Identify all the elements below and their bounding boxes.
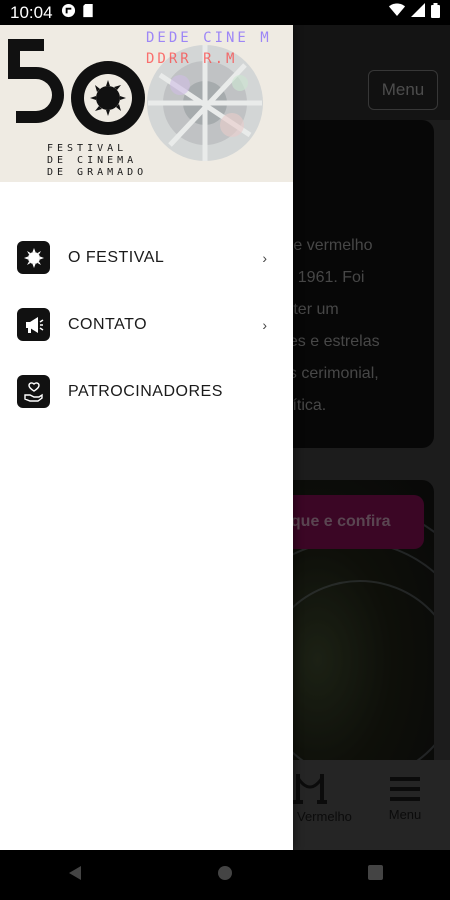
festival-name-line: FESTIVAL <box>47 143 128 154</box>
cell-signal-icon <box>411 3 425 22</box>
sd-card-icon <box>82 3 94 23</box>
logo-glitch-text-1: DEDE CINE M <box>146 30 272 46</box>
system-nav-bar <box>0 850 450 900</box>
kikito-sun-icon <box>17 241 50 274</box>
wifi-icon <box>389 3 405 22</box>
menu-item-contato[interactable]: CONTATO › <box>0 291 293 358</box>
menu-item-label: CONTATO <box>68 315 148 333</box>
home-button[interactable] <box>205 855 245 895</box>
megaphone-icon <box>17 308 50 341</box>
screen: 10:04 Menu ete vermelho m 1961. Foi a te… <box>0 0 450 900</box>
menu-item-patrocinadores[interactable]: PATROCINADORES <box>0 358 293 425</box>
festival-name-line: DE CINEMA <box>47 155 138 166</box>
drawer-header-logo: DEDE CINE M DDRR R.M FESTIVAL DE CINEMA … <box>0 25 293 182</box>
status-bar: 10:04 <box>0 0 450 25</box>
festival-name: FESTIVAL DE CINEMA DE GRAMADO <box>47 143 147 179</box>
navigation-drawer: DEDE CINE M DDRR R.M FESTIVAL DE CINEMA … <box>0 25 293 850</box>
logo-glitch-text-2: DDRR R.M <box>146 51 238 67</box>
home-circle-icon <box>217 865 233 886</box>
app-notification-icon <box>61 3 76 23</box>
drawer-menu: O FESTIVAL › CONTATO › PATROCINADORES <box>0 182 293 425</box>
menu-item-o-festival[interactable]: O FESTIVAL › <box>0 224 293 291</box>
recents-square-icon <box>367 865 383 885</box>
status-time: 10:04 <box>10 2 53 22</box>
chevron-right-icon: › <box>262 316 267 333</box>
chevron-right-icon: › <box>262 249 267 266</box>
menu-item-label: PATROCINADORES <box>68 382 223 400</box>
hand-heart-icon <box>17 375 50 408</box>
back-button[interactable] <box>55 855 95 895</box>
festival-name-line: DE GRAMADO <box>47 167 148 178</box>
recents-button[interactable] <box>355 855 395 895</box>
back-triangle-icon <box>67 865 83 886</box>
menu-item-label: O FESTIVAL <box>68 248 165 266</box>
battery-icon <box>431 2 440 23</box>
